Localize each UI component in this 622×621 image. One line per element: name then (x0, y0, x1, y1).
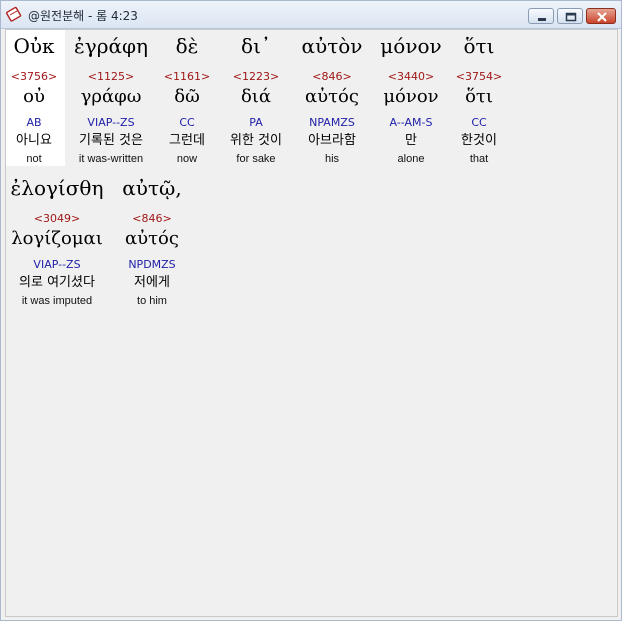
strong-number: <3440> (387, 70, 435, 83)
english-gloss: his (324, 153, 340, 165)
english-gloss: for sake (236, 153, 276, 165)
parsing-code: NPDMZS (128, 258, 176, 271)
interlinear-window: @원전분해 - 롬 4:23 Οὐκ <3756> οὐ AB 아니요 not … (0, 0, 622, 621)
greek-word: δὲ (175, 34, 199, 58)
maximize-button[interactable] (557, 8, 583, 24)
strong-number: <1161> (163, 70, 211, 83)
word-block[interactable]: Οὐκ <3756> οὐ AB 아니요 not (6, 34, 62, 170)
strong-number: <846> (132, 212, 172, 225)
lemma: γράφω (80, 86, 142, 107)
parsing-code: CC (471, 116, 487, 129)
strong-number: <3754> (455, 70, 503, 83)
lemma: οὐ (23, 86, 45, 107)
parsing-code: AB (26, 116, 42, 129)
parsing-code: NPAMZS (309, 116, 355, 129)
strong-number: <1125> (87, 70, 135, 83)
lemma: ὅτι (465, 86, 493, 107)
lemma: αὐτός (125, 228, 179, 249)
parsing-code: VIAP--ZS (87, 116, 135, 129)
lemma: λογίζομαι (11, 228, 103, 249)
word-block[interactable]: ἐγράφη <1125> γράφω VIAP--ZS 기록된 것은 it w… (66, 34, 156, 170)
english-gloss: it was-written (78, 153, 144, 165)
bible-app-icon[interactable] (5, 6, 22, 22)
word-block[interactable]: δι᾽ <1223> διά PA 위한 것이 for sake (220, 34, 292, 170)
interlinear-panel[interactable]: Οὐκ <3756> οὐ AB 아니요 not ἐγράφη <1125> γ… (5, 29, 618, 617)
lemma: διά (240, 86, 272, 107)
english-gloss: alone (397, 153, 425, 165)
greek-word: ἐγράφη (74, 34, 148, 58)
lemma: δῶ (174, 86, 200, 107)
minimize-button[interactable] (528, 8, 554, 24)
korean-gloss: 만 (405, 133, 417, 148)
korean-gloss: 의로 여기셨다 (19, 275, 95, 290)
strong-number: <3756> (10, 70, 58, 83)
strong-number: <1223> (232, 70, 280, 83)
english-gloss: not (26, 153, 42, 165)
word-block[interactable]: ἐλογίσθη <3049> λογίζομαι VIAP--ZS 의로 여기… (8, 176, 106, 312)
parsing-code: VIAP--ZS (33, 258, 81, 271)
greek-word: μόνον (380, 34, 442, 58)
lemma: μόνον (383, 86, 439, 107)
lemma: αὐτός (305, 86, 359, 107)
title-bar[interactable]: @원전분해 - 롬 4:23 (1, 1, 621, 29)
korean-gloss: 아브라함 (308, 133, 356, 148)
parsing-code: PA (249, 116, 263, 129)
korean-gloss: 위한 것이 (230, 133, 282, 148)
word-block[interactable]: αὐτὸν <846> αὐτός NPAMZS 아브라함 his (296, 34, 368, 170)
greek-word: αὐτὸν (301, 34, 363, 58)
greek-word: ἐλογίσθη (10, 176, 104, 200)
greek-word: ὅτι (463, 34, 495, 58)
strong-number: <846> (312, 70, 352, 83)
greek-word: αὐτῷ, (122, 176, 182, 200)
korean-gloss: 기록된 것은 (79, 133, 143, 148)
greek-word: δι᾽ (241, 34, 271, 58)
english-gloss: that (469, 153, 489, 165)
english-gloss: now (176, 153, 198, 165)
parsing-code: CC (179, 116, 195, 129)
korean-gloss: 아니요 (16, 133, 52, 148)
maximize-icon (565, 12, 577, 22)
english-gloss: to him (137, 295, 167, 307)
parsing-code: A--AM-S (389, 116, 433, 129)
window-title: @원전분해 - 롬 4:23 (28, 9, 138, 23)
korean-gloss: 저에게 (134, 275, 170, 290)
minimize-icon (538, 18, 546, 21)
korean-gloss: 그런데 (169, 133, 205, 148)
strong-number: <3049> (33, 212, 81, 225)
word-block[interactable]: μόνον <3440> μόνον A--AM-S 만 alone (374, 34, 448, 170)
korean-gloss: 한것이 (461, 133, 497, 148)
close-icon (597, 12, 607, 22)
word-block[interactable]: δὲ <1161> δῶ CC 그런데 now (160, 34, 214, 170)
word-block[interactable]: ὅτι <3754> ὅτι CC 한것이 that (452, 34, 506, 170)
greek-word: Οὐκ (13, 34, 55, 58)
word-block[interactable]: αὐτῷ, <846> αὐτός NPDMZS 저에게 to him (112, 176, 192, 312)
close-button[interactable] (586, 8, 616, 24)
english-gloss: it was imputed (21, 295, 93, 307)
